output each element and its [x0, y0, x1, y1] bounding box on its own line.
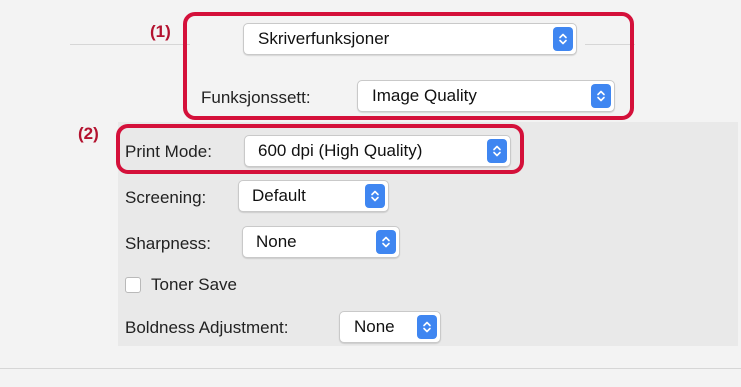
boldness-select[interactable]: None — [339, 311, 441, 343]
callout-marker-2: (2) — [78, 124, 99, 143]
up-down-chevron-icon — [417, 315, 437, 339]
screening-label: Screening: — [125, 188, 207, 207]
toner-save-label: Toner Save — [151, 275, 237, 294]
up-down-chevron-icon — [591, 84, 611, 108]
print-mode-select[interactable]: 600 dpi (High Quality) — [244, 135, 511, 167]
feature-set-label: Funksjonssett: — [201, 88, 311, 107]
feature-set-value: Image Quality — [372, 86, 477, 105]
print-mode-value: 600 dpi (High Quality) — [258, 141, 423, 160]
up-down-chevron-icon — [487, 139, 507, 163]
sharpness-select[interactable]: None — [242, 226, 400, 258]
sharpness-value: None — [256, 232, 297, 251]
screening-value: Default — [252, 186, 306, 205]
top-separator — [70, 44, 190, 45]
callout-marker-1: (1) — [150, 22, 171, 41]
bottom-separator — [0, 368, 741, 369]
toner-save-checkbox[interactable] — [125, 277, 141, 293]
screening-select[interactable]: Default — [238, 180, 389, 212]
up-down-chevron-icon — [365, 184, 385, 208]
sharpness-label: Sharpness: — [125, 234, 211, 253]
up-down-chevron-icon — [376, 230, 396, 254]
print-mode-label: Print Mode: — [125, 142, 212, 161]
boldness-label: Boldness Adjustment: — [125, 318, 289, 337]
up-down-chevron-icon — [553, 27, 573, 51]
feature-set-select[interactable]: Image Quality — [357, 80, 615, 112]
preset-select[interactable]: Skriverfunksjoner — [243, 23, 577, 55]
preset-select-value: Skriverfunksjoner — [258, 29, 390, 48]
boldness-value: None — [354, 317, 395, 336]
